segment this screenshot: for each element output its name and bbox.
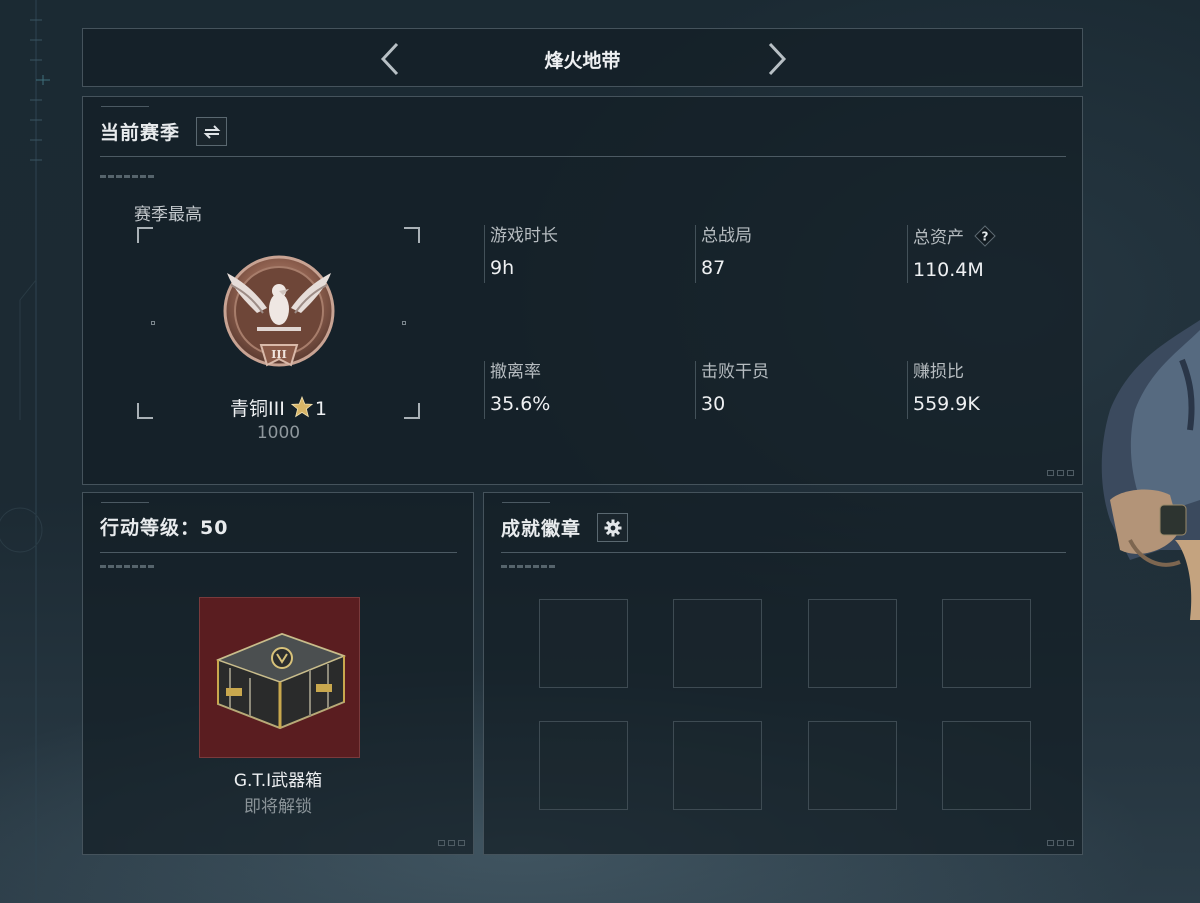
stat-value: 110.4M	[913, 259, 984, 281]
stat-play-time: 游戏时长 9h	[484, 225, 558, 283]
stat-value: 30	[701, 393, 726, 415]
divider	[100, 156, 1066, 157]
badge-slot[interactable]	[808, 721, 897, 810]
help-glyph: ?	[982, 230, 989, 244]
badge-slot[interactable]	[808, 599, 897, 688]
stat-value: 35.6%	[490, 393, 551, 415]
panel-tag	[502, 502, 550, 505]
achievements-title: 成就徽章	[501, 518, 582, 540]
stat-value: 559.9K	[913, 393, 980, 415]
divider-ticks	[501, 565, 555, 568]
mode-title: 烽火地带	[544, 50, 621, 72]
swap-icon	[203, 124, 220, 139]
character-illustration	[1101, 320, 1200, 620]
badge-slot[interactable]	[673, 721, 762, 810]
rank-score: 1000	[256, 423, 301, 443]
star-icon	[290, 396, 313, 418]
stat-value: 9h	[490, 257, 515, 279]
settings-button[interactable]	[597, 513, 629, 542]
swap-button[interactable]	[196, 117, 228, 146]
medal-numeral: III	[271, 348, 286, 361]
stat-label: 总战局	[701, 226, 752, 246]
question-icon[interactable]: ?	[974, 225, 996, 247]
action-level-panel: 行动等级：50 G.T.I武器箱 即将解锁	[82, 492, 474, 855]
rank-name-row: 青铜III 1	[137, 394, 420, 421]
reward-status: 即将解锁	[244, 797, 312, 817]
bronze-rank-medal-icon: III	[223, 255, 335, 367]
stat-total-assets: 总资产? 110.4M	[907, 225, 996, 283]
stat-label: 赚损比	[913, 362, 964, 382]
stat-label: 击败干员	[701, 362, 769, 382]
stat-label: 游戏时长	[490, 226, 558, 246]
action-level-title: 行动等级：50	[100, 517, 229, 539]
stat-label: 总资产	[913, 228, 964, 248]
divider-ticks	[100, 565, 154, 568]
badge-slot[interactable]	[673, 599, 762, 688]
stat-operators-defeated: 击败干员 30	[695, 361, 769, 419]
season-panel: 当前赛季 赛季最高 III 青铜III 1 1000 游戏时长 9h 总战局 8…	[82, 96, 1083, 485]
gear-icon	[604, 519, 622, 536]
stat-total-matches: 总战局 87	[695, 225, 752, 283]
badge-slot[interactable]	[942, 599, 1031, 688]
rank-stars: 1	[314, 398, 327, 420]
divider	[501, 552, 1066, 553]
stat-extract-rate: 撤离率 35.6%	[484, 361, 550, 419]
divider-ticks	[100, 175, 154, 178]
rank-name: 青铜III	[230, 398, 285, 420]
panel-tag	[101, 106, 149, 109]
stat-label: 撤离率	[490, 362, 541, 382]
stat-profit-loss-ratio: 赚损比 559.9K	[907, 361, 980, 419]
badge-slot[interactable]	[539, 599, 628, 688]
stat-label-row: 总资产?	[913, 225, 996, 249]
achievement-badges-panel: 成就徽章	[483, 492, 1083, 855]
chevron-right-icon[interactable]	[760, 39, 790, 79]
panel-corner-marks	[1047, 470, 1074, 476]
reward-name: G.T.I武器箱	[233, 771, 323, 791]
mode-selector-bar: 烽火地带	[82, 28, 1083, 87]
weapon-crate-icon	[215, 632, 347, 730]
panel-corner-marks	[438, 840, 465, 846]
badge-slot[interactable]	[539, 721, 628, 810]
reward-item-card[interactable]	[199, 597, 360, 758]
divider	[100, 552, 457, 553]
panel-corner-marks	[1047, 840, 1074, 846]
badge-slot[interactable]	[942, 721, 1031, 810]
season-title: 当前赛季	[100, 122, 181, 144]
stat-value: 87	[701, 257, 726, 279]
hud-decoration	[0, 0, 50, 903]
panel-tag	[101, 502, 149, 505]
season-best-label: 赛季最高	[134, 205, 202, 225]
